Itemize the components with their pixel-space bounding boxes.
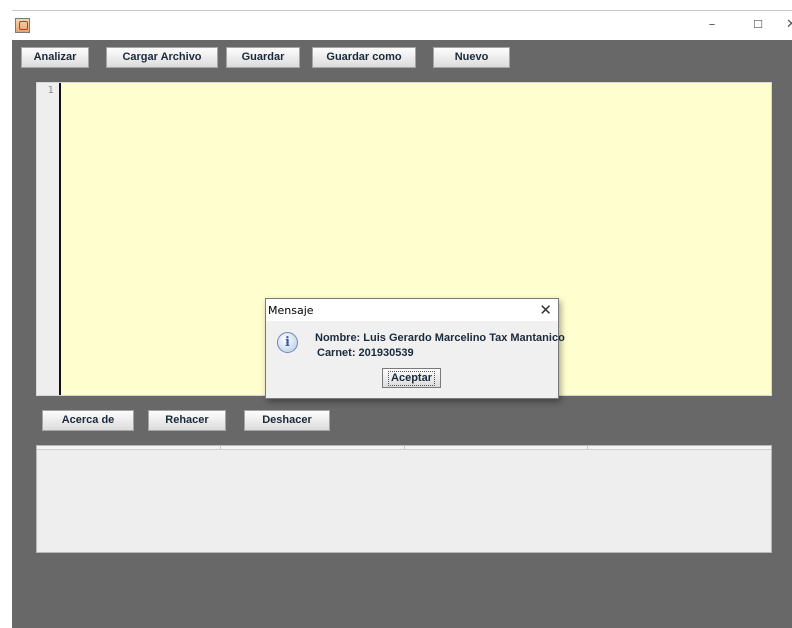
cargar-archivo-button[interactable]: Cargar Archivo <box>106 47 218 68</box>
table-column-header[interactable] <box>405 446 589 449</box>
line-number-gutter: 1 <box>37 83 61 395</box>
results-table[interactable] <box>36 445 772 553</box>
dialog-name-text: Nombre: Luis Gerardo Marcelino Tax Manta… <box>315 332 565 344</box>
deshacer-button[interactable]: Deshacer <box>244 410 330 431</box>
dialog-close-icon[interactable]: ✕ <box>539 301 552 319</box>
dialog-title: Mensaje <box>268 304 314 317</box>
guardar-como-button[interactable]: Guardar como <box>312 47 416 68</box>
minimize-button[interactable]: – <box>702 17 722 33</box>
maximize-button[interactable]: ☐ <box>748 17 768 33</box>
guardar-button[interactable]: Guardar <box>226 47 300 68</box>
java-app-icon <box>15 18 30 33</box>
aceptar-button-label: Aceptar <box>388 371 435 386</box>
close-window-button[interactable]: ✕ <box>786 17 792 33</box>
acerca-de-button[interactable]: Acerca de <box>42 410 134 431</box>
line-number: 1 <box>47 85 54 96</box>
aceptar-button[interactable]: Aceptar <box>382 368 441 388</box>
dialog-carnet-text: Carnet: 201930539 <box>317 347 414 359</box>
analizar-button[interactable]: Analizar <box>21 47 89 68</box>
table-column-header[interactable] <box>588 446 771 449</box>
dialog-title-bar: Mensaje ✕ <box>266 299 558 321</box>
rehacer-button[interactable]: Rehacer <box>148 410 226 431</box>
message-dialog: Mensaje ✕ i Nombre: Luis Gerardo Marceli… <box>265 298 565 399</box>
title-bar: – ☐ ✕ <box>12 10 792 40</box>
info-icon: i <box>277 332 298 353</box>
table-column-header[interactable] <box>37 446 221 449</box>
nuevo-button[interactable]: Nuevo <box>433 47 510 68</box>
table-column-header[interactable] <box>221 446 405 449</box>
table-header <box>37 446 771 450</box>
